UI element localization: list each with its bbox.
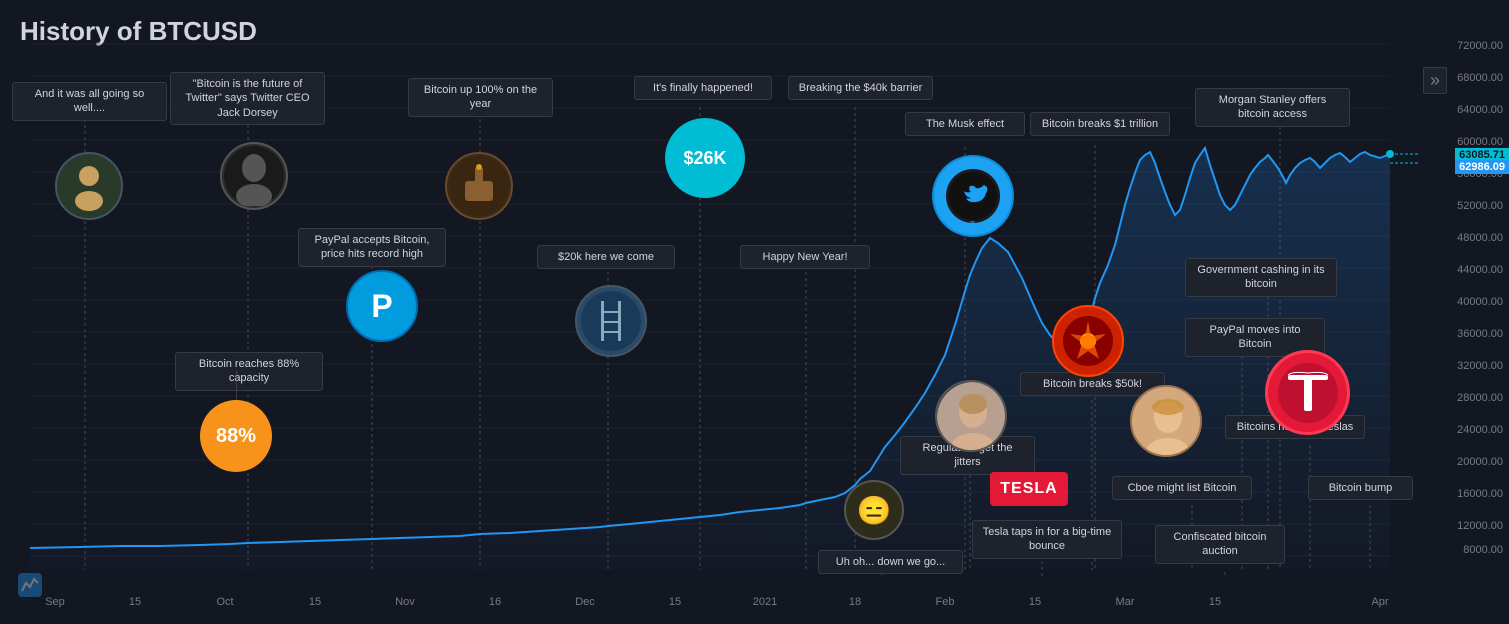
- y-label-48k: 48000.00: [1457, 232, 1503, 244]
- tradingview-logo: [18, 573, 42, 602]
- annotation-circle-emoji: 😑: [844, 480, 904, 540]
- annotation-circle-tesla-small: TESLA: [990, 472, 1068, 506]
- y-label-8k: 8000.00: [1463, 544, 1503, 556]
- annotation-trillion: Bitcoin breaks $1 trillion: [1030, 112, 1170, 136]
- annotation-20k: $20k here we come: [537, 245, 675, 269]
- annotation-confiscated: Confiscated bitcoin auction: [1155, 525, 1285, 564]
- y-label-68k: 68000.00: [1457, 72, 1503, 84]
- x-label-2021: 2021: [753, 596, 777, 608]
- x-label-15-mar: 15: [1209, 596, 1221, 608]
- annotation-paypal-accepts: PayPal accepts Bitcoin, price hits recor…: [298, 228, 446, 267]
- twitter-label: Twitter: [958, 220, 1008, 230]
- y-label-20k: 20000.00: [1457, 456, 1503, 468]
- annotation-88pct-line: [236, 370, 237, 400]
- y-label-52k: 52000.00: [1457, 200, 1503, 212]
- y-label-36k: 36000.00: [1457, 328, 1503, 340]
- annotation-circle-sep: [55, 152, 123, 220]
- annotation-circle-woman: [1130, 385, 1202, 457]
- y-label-40k: 40000.00: [1457, 296, 1503, 308]
- y-label-32k: 32000.00: [1457, 360, 1503, 372]
- annotation-jack-dorsey: "Bitcoin is the future of Twitter" says …: [170, 72, 325, 125]
- annotation-finally: It's finally happened!: [634, 76, 772, 100]
- y-label-12k: 12000.00: [1457, 520, 1503, 532]
- annotation-down: Uh oh... down we go...: [818, 550, 963, 574]
- annotation-going-well: And it was all going so well....: [12, 82, 167, 121]
- y-label-72k: 72000.00: [1457, 40, 1503, 52]
- annotation-morgan-stanley: Morgan Stanley offers bitcoin access: [1195, 88, 1350, 127]
- annotation-tesla-bounce: Tesla taps in for a big-time bounce: [972, 520, 1122, 559]
- annotation-88pct-label: Bitcoin reaches 88% capacity: [175, 352, 323, 391]
- y-label-28k: 28000.00: [1457, 392, 1503, 404]
- x-label-feb: Feb: [936, 596, 955, 608]
- y-label-44k: 44000.00: [1457, 264, 1503, 276]
- annotation-circle-paypal-moves: [1052, 305, 1124, 377]
- x-label-apr: Apr: [1371, 596, 1388, 608]
- annotation-new-year: Happy New Year!: [740, 245, 870, 269]
- annotation-100pct: Bitcoin up 100% on the year: [408, 78, 553, 117]
- x-label-dec: Dec: [575, 596, 595, 608]
- annotation-bump: Bitcoin bump: [1308, 476, 1413, 500]
- x-label-nov: Nov: [395, 596, 415, 608]
- x-label-mar: Mar: [1116, 596, 1135, 608]
- annotation-circle-paypal: P: [346, 270, 418, 342]
- x-label-15-oct: 15: [309, 596, 321, 608]
- x-label-sep: Sep: [45, 596, 65, 608]
- current-price-low: 62986.09: [1455, 160, 1509, 174]
- annotation-circle-tesla-big: [1265, 350, 1350, 435]
- annotation-circle-dorsey: [220, 142, 288, 210]
- y-label-64k: 64000.00: [1457, 104, 1503, 116]
- x-label-15-sep: 15: [129, 596, 141, 608]
- annotation-musk: The Musk effect: [905, 112, 1025, 136]
- annotation-govt-cashing: Government cashing in its bitcoin: [1185, 258, 1337, 297]
- x-label-oct: Oct: [216, 596, 233, 608]
- annotation-cboe: Cboe might list Bitcoin: [1112, 476, 1252, 500]
- x-label-18: 18: [849, 596, 861, 608]
- annotation-circle-88pct: 88%: [200, 400, 272, 472]
- annotation-circle-dec: [575, 285, 647, 357]
- nav-forward-button[interactable]: »: [1423, 67, 1447, 94]
- annotation-circle-26k: $26K: [665, 118, 745, 198]
- annotation-circle-nov: [445, 152, 513, 220]
- y-label-24k: 24000.00: [1457, 424, 1503, 436]
- x-label-15-feb: 15: [1029, 596, 1041, 608]
- x-label-16-nov: 16: [489, 596, 501, 608]
- y-label-60k: 60000.00: [1457, 136, 1503, 148]
- y-label-16k: 16000.00: [1457, 488, 1503, 500]
- annotation-40k: Breaking the $40k barrier: [788, 76, 933, 100]
- annotation-circle-regulator: [935, 380, 1007, 452]
- chart-container: History of BTCUSD: [0, 0, 1509, 624]
- x-label-15-dec: 15: [669, 596, 681, 608]
